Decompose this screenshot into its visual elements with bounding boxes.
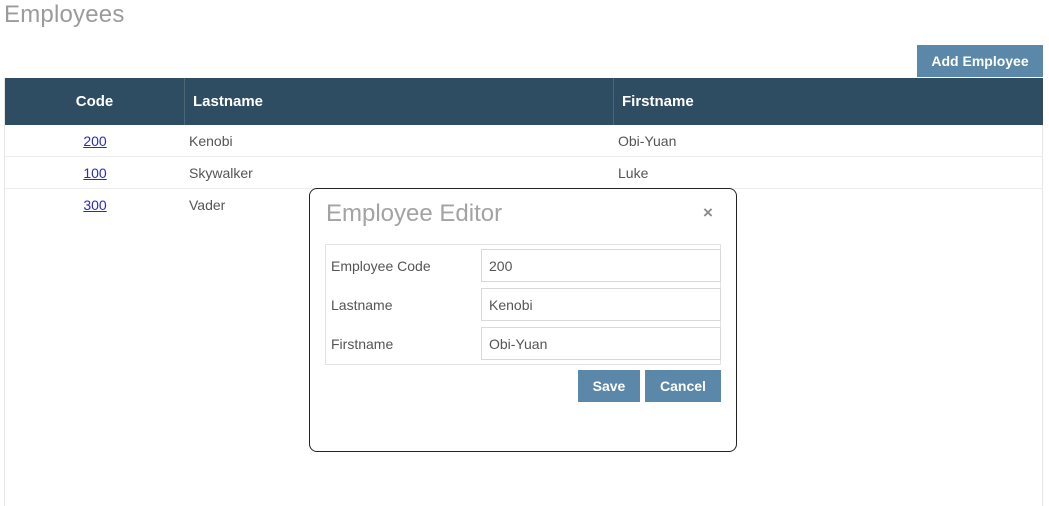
column-header-lastname[interactable]: Lastname — [185, 78, 614, 125]
dialog-title: Employee Editor — [326, 200, 503, 227]
column-header-code[interactable]: Code — [5, 78, 185, 125]
employee-code-link[interactable]: 100 — [83, 165, 106, 181]
save-button[interactable]: Save — [578, 370, 640, 402]
firstname-cell: Obi-Yuan — [618, 133, 677, 149]
employee-code-label: Employee Code — [331, 257, 431, 274]
firstname-cell: Luke — [618, 165, 649, 181]
employee-code-link[interactable]: 300 — [83, 197, 106, 213]
lastname-cell: Skywalker — [189, 165, 253, 181]
table-row[interactable]: 100 Skywalker Luke — [5, 157, 1043, 189]
lastname-label: Lastname — [331, 296, 393, 313]
employee-code-row: Employee Code — [326, 249, 721, 282]
code-cell: 200 — [5, 125, 185, 157]
employee-code-link[interactable]: 200 — [83, 133, 106, 149]
employee-code-field[interactable] — [481, 249, 721, 282]
code-cell: 100 — [5, 157, 185, 189]
table-row[interactable]: 200 Kenobi Obi-Yuan — [5, 125, 1043, 157]
code-cell: 300 — [5, 189, 185, 221]
add-employee-button[interactable]: Add Employee — [917, 45, 1043, 77]
cancel-button[interactable]: Cancel — [645, 370, 721, 402]
firstname-row: Firstname — [326, 327, 721, 360]
editor-form: Employee Code Lastname Firstname — [325, 244, 721, 365]
employee-editor-dialog: Employee Editor × Employee Code Lastname… — [309, 188, 737, 452]
page-title: Employees — [4, 1, 125, 28]
lastname-cell: Vader — [189, 197, 226, 213]
lastname-cell: Kenobi — [189, 133, 233, 149]
column-header-firstname[interactable]: Firstname — [614, 78, 1043, 125]
lastname-row: Lastname — [326, 288, 721, 321]
firstname-label: Firstname — [331, 335, 394, 352]
employees-page: Employees Add Employee Code Lastname Fir… — [0, 0, 1049, 506]
firstname-field[interactable] — [481, 327, 721, 360]
close-icon[interactable]: × — [703, 203, 717, 223]
lastname-field[interactable] — [481, 288, 721, 321]
grid-header: Code Lastname Firstname — [5, 78, 1043, 125]
